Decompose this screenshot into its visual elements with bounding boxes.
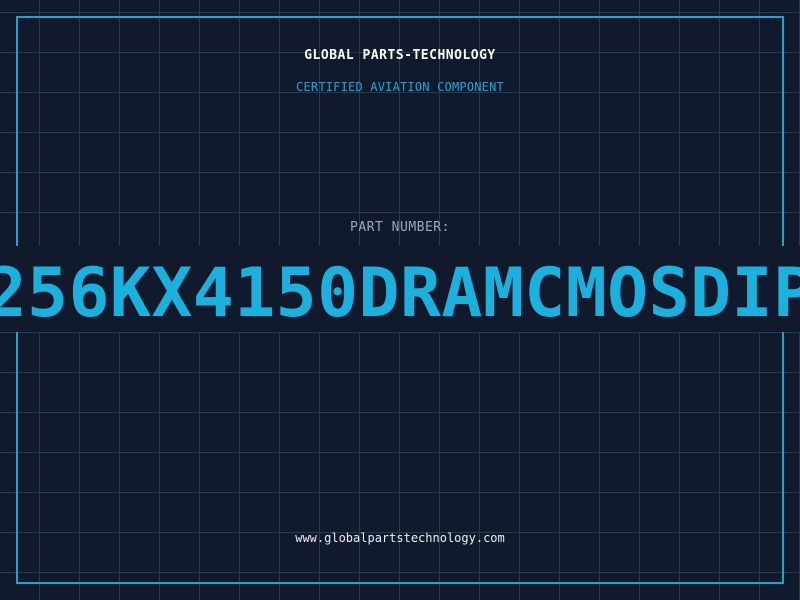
part-number-value: 256KX4150DRAMCMOSDIP xyxy=(0,254,800,333)
brand-tagline: CERTIFIED AVIATION COMPONENT xyxy=(296,80,504,94)
part-label-card: GLOBAL PARTS-TECHNOLOGY CERTIFIED AVIATI… xyxy=(0,0,800,600)
part-number-label: PART NUMBER: xyxy=(350,220,450,235)
brand-name: GLOBAL PARTS-TECHNOLOGY xyxy=(304,48,496,63)
website-url: www.globalpartstechnology.com xyxy=(295,531,505,545)
